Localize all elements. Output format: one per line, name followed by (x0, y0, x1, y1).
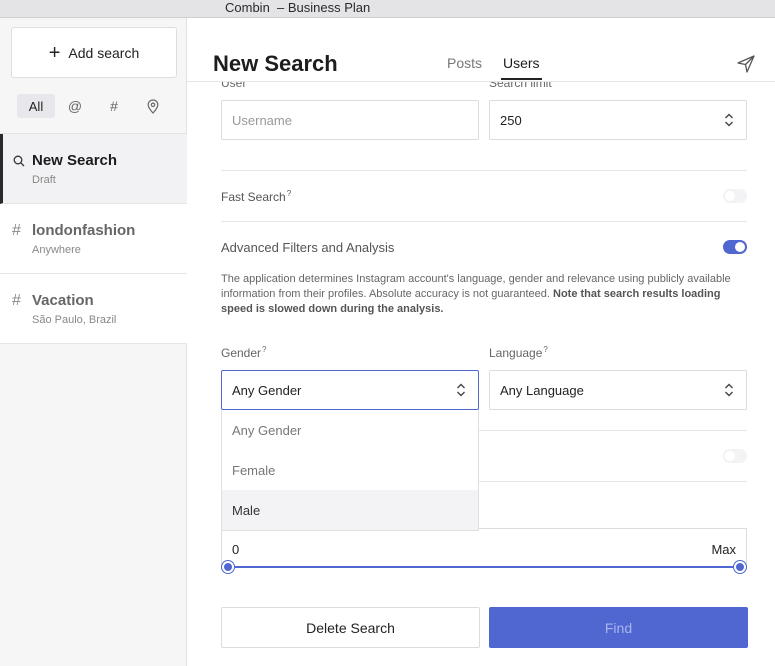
help-icon[interactable]: ? (287, 189, 291, 198)
list-item-sub: Anywhere (32, 244, 81, 256)
send-icon[interactable] (736, 54, 756, 74)
gender-select[interactable]: Any Gender (221, 370, 479, 410)
chevron-updown-icon (725, 383, 733, 397)
list-item[interactable]: # londonfashion Anywhere (0, 204, 187, 274)
divider (221, 170, 747, 171)
at-icon: @ (67, 98, 83, 114)
gender-label: Gender? (221, 345, 266, 360)
hashtag-icon: # (12, 292, 21, 309)
gender-value: Any Gender (232, 382, 302, 398)
gender-option-any[interactable]: Any Gender (222, 410, 478, 450)
advanced-description: The application determines Instagram acc… (221, 272, 749, 317)
fast-search-text: Fast Search (221, 190, 286, 204)
list-item-name: londonfashion (32, 222, 136, 239)
list-item-name: New Search (32, 152, 118, 169)
range-handle-max[interactable] (734, 561, 746, 573)
search-limit-select[interactable]: 250 (489, 100, 747, 140)
fast-search-label: Fast Search? (221, 189, 291, 204)
window-titlebar: Combin – Business Plan (0, 0, 775, 18)
range-handle-min[interactable] (222, 561, 234, 573)
find-button[interactable]: Find (489, 607, 748, 648)
language-select[interactable]: Any Language (489, 370, 747, 410)
filter-all[interactable]: All (17, 94, 55, 118)
location-pin-icon (147, 98, 159, 114)
add-search-label: Add search (68, 44, 140, 61)
chevron-updown-icon (457, 383, 465, 397)
search-list: New Search Draft # londonfashion Anywher… (0, 133, 187, 344)
divider (221, 221, 747, 222)
main-header: New Search Posts Users (187, 18, 775, 82)
language-label-text: Language (489, 346, 543, 360)
list-item-sub: Draft (32, 174, 56, 186)
language-value: Any Language (500, 382, 584, 398)
list-item-name: Vacation (32, 292, 94, 309)
page-title: New Search (213, 51, 338, 76)
language-label: Language? (489, 345, 548, 360)
plus-icon: + (48, 41, 61, 64)
filter-all-label: All (28, 98, 44, 114)
advanced-filters-toggle[interactable] (723, 240, 747, 254)
username-input[interactable]: Username (221, 100, 479, 140)
filter-hashtag[interactable]: # (95, 94, 133, 118)
hashtag-icon: # (12, 222, 21, 239)
gender-label-text: Gender (221, 346, 262, 360)
range-track[interactable] (228, 566, 740, 568)
range-max: Max (711, 542, 736, 557)
list-item-sub: São Paulo, Brazil (32, 314, 117, 326)
fast-search-toggle[interactable] (723, 189, 747, 203)
sidebar: + Add search All @ # New Search Draft # … (0, 18, 187, 666)
search-type-filters: All @ # (17, 94, 173, 118)
hidden-option-toggle[interactable] (723, 449, 747, 463)
help-icon[interactable]: ? (543, 345, 547, 354)
gender-option-female[interactable]: Female (222, 450, 478, 490)
toggle-knob (735, 242, 745, 252)
hashtag-icon: # (110, 98, 118, 114)
delete-search-button[interactable]: Delete Search (221, 607, 480, 648)
add-search-button[interactable]: + Add search (11, 27, 177, 78)
search-limit-value: 250 (500, 112, 522, 128)
window-title: Combin – Business Plan (225, 0, 371, 15)
advanced-filters-label: Advanced Filters and Analysis (221, 240, 395, 255)
chevron-updown-icon (725, 113, 733, 127)
tab-posts[interactable]: Posts (447, 55, 482, 71)
toggle-knob (725, 191, 735, 201)
toggle-knob (725, 451, 735, 461)
gender-dropdown: Any Gender Female Male (221, 410, 479, 531)
gender-option-male[interactable]: Male (222, 490, 478, 530)
range-input: 0 Max (221, 528, 747, 570)
help-icon[interactable]: ? (262, 345, 266, 354)
range-min: 0 (232, 542, 240, 557)
list-item[interactable]: # Vacation São Paulo, Brazil (0, 274, 187, 344)
filter-at[interactable]: @ (56, 94, 94, 118)
main-panel: New Search Posts Users User Search limit… (187, 18, 775, 666)
search-icon (13, 155, 25, 167)
tab-users[interactable]: Users (501, 55, 542, 80)
list-item[interactable]: New Search Draft (0, 134, 187, 204)
filter-location[interactable] (134, 94, 172, 118)
